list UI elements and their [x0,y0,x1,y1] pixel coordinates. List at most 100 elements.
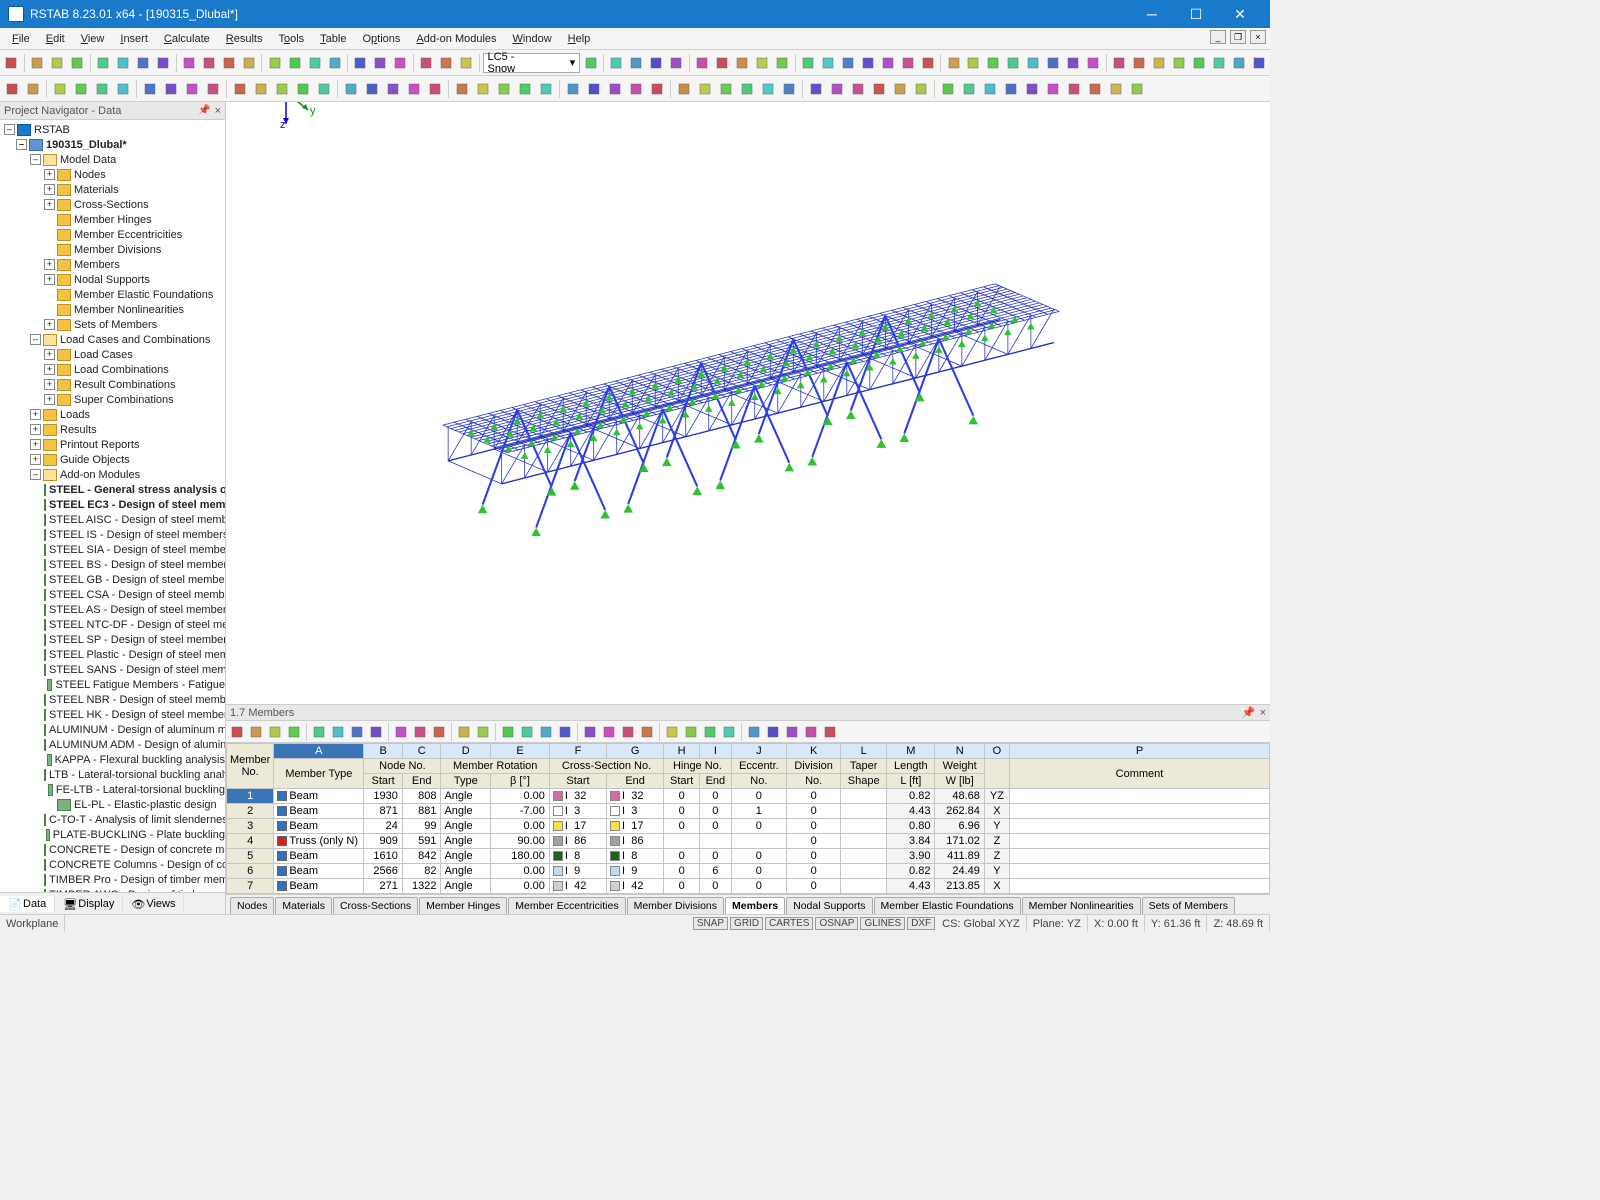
toolbar-button[interactable] [647,53,666,73]
toolbar-button[interactable] [1229,53,1248,73]
toolbar-button[interactable] [325,53,344,73]
tree-node[interactable]: Member Nonlinearities [0,302,225,317]
tree-node[interactable]: STEEL NBR - Design of steel members [0,692,225,707]
maximize-button[interactable]: ☐ [1174,0,1218,28]
table-row[interactable]: 5Beam1610842Angle180.00I 8I 800003.90411… [227,849,1270,864]
table-tab[interactable]: Materials [275,897,332,914]
table-row[interactable]: 3Beam2499Angle0.00I 17I 1700000.806.96Y [227,819,1270,834]
toolbar-button[interactable] [293,79,313,99]
toolbar-button[interactable] [764,723,782,741]
toolbar-button[interactable] [1150,53,1169,73]
toolbar-button[interactable] [584,79,604,99]
tree-node[interactable]: +Load Combinations [0,362,225,377]
snap-toggle[interactable]: DXF [907,917,935,930]
minimize-button[interactable]: ─ [1130,0,1174,28]
mdi-restore[interactable]: ❐ [1230,30,1246,44]
toolbar-button[interactable] [626,79,646,99]
toolbar-button[interactable] [858,53,877,73]
toolbar-button[interactable] [371,53,390,73]
tree-node[interactable]: STEEL HK - Design of steel members [0,707,225,722]
toolbar-button[interactable] [556,723,574,741]
table-tab[interactable]: Member Elastic Foundations [874,897,1021,914]
toolbar-button[interactable] [663,723,681,741]
toolbar-button[interactable] [114,53,133,73]
menu-edit[interactable]: Edit [38,31,73,47]
toolbar-button[interactable] [716,79,736,99]
tree-node[interactable]: STEEL CSA - Design of steel members [0,587,225,602]
toolbar-button[interactable] [199,53,218,73]
toolbar-button[interactable] [314,79,334,99]
tree-node[interactable]: STEEL SIA - Design of steel members [0,542,225,557]
toolbar-button[interactable] [310,723,328,741]
tree-node[interactable]: –Model Data [0,152,225,167]
tree-node[interactable]: –Load Cases and Combinations [0,332,225,347]
toolbar-button[interactable] [50,79,70,99]
navigator-tree[interactable]: –RSTAB–190315_Dlubal*–Model Data+Nodes+M… [0,120,225,892]
toolbar-button[interactable] [452,79,472,99]
toolbar-button[interactable] [329,723,347,741]
snap-toggle[interactable]: SNAP [693,917,728,930]
toolbar-button[interactable] [239,53,258,73]
tree-node[interactable]: PLATE-BUCKLING - Plate buckling [0,827,225,842]
toolbar-button[interactable] [758,79,778,99]
toolbar-button[interactable] [944,53,963,73]
table-tab[interactable]: Member Nonlinearities [1022,897,1141,914]
navigator-close[interactable]: × [215,105,221,117]
nav-tab-display[interactable]: 🖥Display [55,896,123,912]
table-row[interactable]: 7Beam2711322Angle0.00I 42I 4200004.43213… [227,879,1270,894]
toolbar-button[interactable] [247,723,265,741]
toolbar-button[interactable] [455,723,473,741]
tree-node[interactable]: LTB - Lateral-torsional buckling analysi… [0,767,225,782]
toolbar-button[interactable] [230,79,250,99]
toolbar-button[interactable] [701,723,719,741]
tree-node[interactable]: –190315_Dlubal* [0,137,225,152]
toolbar-button[interactable] [341,79,361,99]
toolbar-button[interactable] [878,53,897,73]
tree-node[interactable]: +Results [0,422,225,437]
toolbar-button[interactable] [600,723,618,741]
toolbar-button[interactable] [783,723,801,741]
toolbar-button[interactable] [1024,53,1043,73]
toolbar-button[interactable] [92,79,112,99]
toolbar-button[interactable] [682,723,700,741]
toolbar-button[interactable] [737,79,757,99]
toolbar-button[interactable] [182,79,202,99]
tree-node[interactable]: +Printout Reports [0,437,225,452]
tree-node[interactable]: STEEL AISC - Design of steel members [0,512,225,527]
toolbar-button[interactable] [638,723,656,741]
toolbar-button[interactable] [391,53,410,73]
toolbar-button[interactable] [627,53,646,73]
tree-node[interactable]: +Load Cases [0,347,225,362]
table-tab[interactable]: Sets of Members [1142,897,1235,914]
toolbar-button[interactable] [23,79,43,99]
toolbar-button[interactable] [219,53,238,73]
toolbar-button[interactable] [674,79,694,99]
3d-viewport[interactable]: x y z [226,102,1270,704]
table-tab[interactable]: Member Eccentricities [508,897,625,914]
tree-node[interactable]: +Materials [0,182,225,197]
tree-node[interactable]: STEEL Plastic - Design of steel members [0,647,225,662]
tree-node[interactable]: +Nodes [0,167,225,182]
toolbar-button[interactable] [667,53,686,73]
tree-node[interactable]: TIMBER Pro - Design of timber members [0,872,225,887]
toolbar-button[interactable] [2,79,22,99]
toolbar-button[interactable] [647,79,667,99]
toolbar-button[interactable] [362,79,382,99]
loadcase-dropdown[interactable]: LC5 - Snow▾ [483,53,581,73]
menu-table[interactable]: Table [312,31,354,47]
toolbar-button[interactable] [48,53,67,73]
toolbar-button[interactable] [964,53,983,73]
toolbar-button[interactable] [1189,53,1208,73]
toolbar-button[interactable] [1084,53,1103,73]
toolbar-button[interactable] [425,79,445,99]
toolbar-button[interactable] [1130,53,1149,73]
table-tab[interactable]: Cross-Sections [333,897,418,914]
tree-node[interactable]: CONCRETE - Design of concrete members [0,842,225,857]
tree-node[interactable]: –RSTAB [0,122,225,137]
menu-file[interactable]: File [4,31,38,47]
toolbar-button[interactable] [733,53,752,73]
toolbar-button[interactable] [430,723,448,741]
nav-tab-data[interactable]: 📄Data [0,896,55,912]
tree-node[interactable]: KAPPA - Flexural buckling analysis [0,752,225,767]
toolbar-button[interactable] [605,79,625,99]
